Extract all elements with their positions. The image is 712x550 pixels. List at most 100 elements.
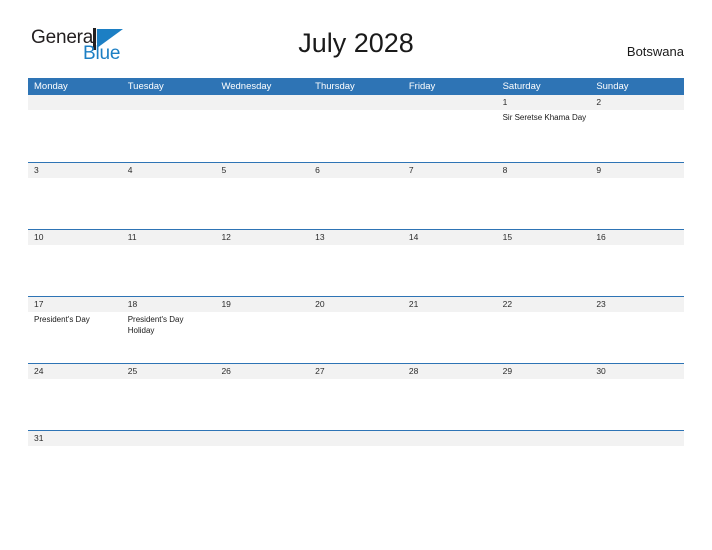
calendar-day-cell[interactable]: 5 (215, 163, 309, 229)
calendar-weeks: 1 Sir Seretse Khama Day 2 3 4 5 6 7 8 9 10 11 12 13 14… (28, 95, 684, 497)
calendar-day-cell[interactable]: 29 (497, 364, 591, 430)
calendar-day-cell-empty (122, 431, 216, 497)
day-number (128, 431, 216, 446)
holiday-event-label: President's Day (34, 315, 90, 324)
day-number: 22 (502, 299, 513, 309)
week-cells: 1 Sir Seretse Khama Day 2 (28, 95, 684, 162)
calendar-week-row: 3 4 5 6 7 8 9 (28, 162, 684, 229)
day-number: 15 (502, 232, 513, 242)
day-number (315, 95, 403, 110)
day-number: 18 (127, 299, 138, 309)
calendar-day-cell[interactable]: 19 (215, 297, 309, 363)
calendar-day-cell-empty (590, 431, 684, 497)
calendar-day-cell[interactable]: 26 (215, 364, 309, 430)
calendar-day-cell[interactable]: 2 (590, 95, 684, 162)
day-number (315, 431, 403, 446)
day-number (409, 431, 497, 446)
region-label: Botswana (626, 44, 684, 59)
day-number: 30 (596, 366, 606, 376)
day-number: 3 (34, 165, 39, 175)
day-number: 8 (502, 165, 508, 175)
calendar-day-cell[interactable]: 14 (403, 230, 497, 296)
calendar-day-cell[interactable]: 12 (215, 230, 309, 296)
calendar-day-cell[interactable]: 22 (497, 297, 591, 363)
calendar-day-cell[interactable]: 30 (590, 364, 684, 430)
calendar-day-cell[interactable]: 16 (590, 230, 684, 296)
day-number: 28 (408, 366, 419, 376)
day-number (221, 95, 309, 110)
day-number: 26 (221, 366, 231, 376)
day-number: 21 (408, 299, 419, 309)
calendar-day-cell-empty (497, 431, 591, 497)
calendar-day-cell[interactable]: 27 (309, 364, 403, 430)
calendar-day-cell[interactable]: 13 (309, 230, 403, 296)
day-number: 24 (34, 366, 44, 376)
calendar-week-row: 24 25 26 27 28 29 30 (28, 363, 684, 430)
calendar-day-cell[interactable]: 8 (497, 163, 591, 229)
weekday-header-saturday: Saturday (502, 81, 541, 92)
calendar-day-cell-empty (403, 95, 497, 162)
calendar-day-cell[interactable]: 4 (122, 163, 216, 229)
day-number (34, 95, 122, 110)
day-number: 20 (315, 299, 325, 309)
calendar-day-cell[interactable]: 11 (122, 230, 216, 296)
calendar-day-cell[interactable]: 23 (590, 297, 684, 363)
day-number (409, 95, 497, 110)
calendar-week-row: 17 President's Day 18 President's Day Holid… (28, 296, 684, 363)
calendar-week-row: 1 Sir Seretse Khama Day 2 (28, 95, 684, 162)
calendar-day-cell[interactable]: 18 President's Day Holiday (122, 297, 216, 363)
calendar-day-cell[interactable]: 10 (28, 230, 122, 296)
holiday-event-label: President's Day Holiday (127, 315, 184, 335)
calendar-day-cell[interactable]: 9 (590, 163, 684, 229)
calendar-week-row: 10 11 12 13 14 15 16 (28, 229, 684, 296)
week-cells: 24 25 26 27 28 29 30 (28, 364, 684, 430)
day-number: 5 (221, 165, 227, 175)
weekday-header-row: Monday Tuesday Wednesday Thursday Friday… (28, 78, 684, 95)
day-number (128, 95, 216, 110)
day-number: 6 (315, 165, 320, 175)
day-number: 29 (502, 366, 513, 376)
day-number: 4 (127, 165, 133, 175)
weekday-header-tuesday: Tuesday (127, 81, 164, 92)
calendar-day-cell[interactable]: 25 (122, 364, 216, 430)
day-events: President's Day (34, 312, 122, 326)
day-number: 12 (221, 232, 231, 242)
day-number: 10 (34, 232, 44, 242)
calendar-day-cell[interactable]: 28 (403, 364, 497, 430)
calendar-day-cell[interactable]: 15 (497, 230, 591, 296)
calendar-day-cell[interactable]: 3 (28, 163, 122, 229)
day-number: 11 (127, 232, 137, 242)
day-number: 16 (596, 232, 606, 242)
calendar-grid: Monday Tuesday Wednesday Thursday Friday… (28, 78, 684, 497)
weekday-header-thursday: Thursday (315, 81, 355, 92)
calendar-day-cell[interactable]: 21 (403, 297, 497, 363)
calendar-day-cell[interactable]: 7 (403, 163, 497, 229)
holiday-event-label: Sir Seretse Khama Day (502, 113, 587, 122)
calendar-day-cell[interactable]: 17 President's Day (28, 297, 122, 363)
week-cells: 31 (28, 431, 684, 497)
calendar-day-cell[interactable]: 20 (309, 297, 403, 363)
calendar-day-cell-empty (309, 95, 403, 162)
day-number: 31 (34, 433, 44, 443)
calendar-day-cell-empty (215, 431, 309, 497)
day-number (503, 431, 591, 446)
day-number (596, 431, 684, 446)
calendar-day-cell[interactable]: 6 (309, 163, 403, 229)
day-number: 23 (596, 299, 606, 309)
day-events: Sir Seretse Khama Day (503, 110, 591, 124)
day-number: 7 (408, 165, 414, 175)
day-number: 9 (596, 165, 602, 175)
calendar-day-cell[interactable]: 1 Sir Seretse Khama Day (497, 95, 591, 162)
day-events: President's Day Holiday (128, 312, 216, 336)
day-number: 19 (221, 299, 231, 309)
week-cells: 17 President's Day 18 President's Day Holid… (28, 297, 684, 363)
calendar-page: General Blue July 2028 Botswana Monday T… (0, 0, 712, 550)
day-number: 25 (127, 366, 138, 376)
day-number: 14 (408, 232, 419, 242)
calendar-day-cell[interactable]: 24 (28, 364, 122, 430)
week-cells: 3 4 5 6 7 8 9 (28, 163, 684, 229)
week-cells: 10 11 12 13 14 15 16 (28, 230, 684, 296)
calendar-day-cell[interactable]: 31 (28, 431, 122, 497)
day-number: 1 (502, 97, 508, 107)
day-number (221, 431, 309, 446)
